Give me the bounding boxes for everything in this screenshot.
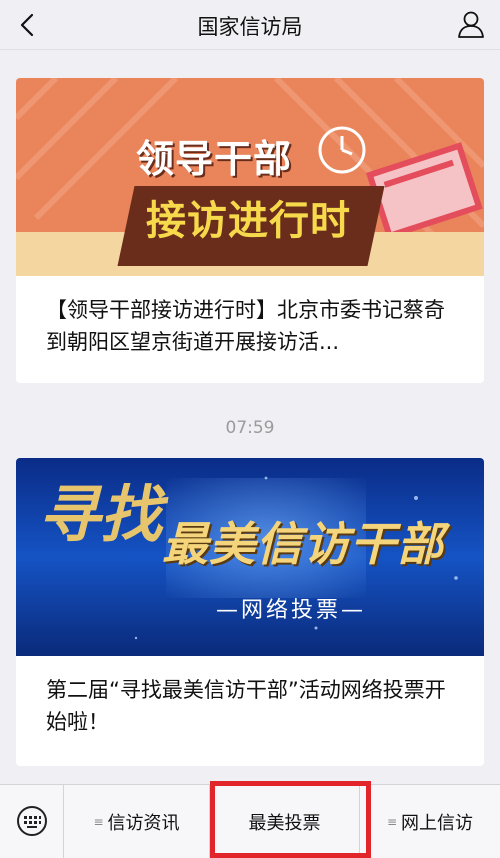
- top-nav-bar: 国家信访局: [0, 0, 500, 50]
- banner-calligraphy: 寻找: [38, 478, 163, 551]
- article-banner-image: 寻找 最美信访干部 —网络投票—: [16, 458, 484, 656]
- banner-headline-line1: 领导干部: [136, 136, 293, 181]
- banner-headline: 最美信访干部: [162, 517, 444, 571]
- banner-subtitle: —网络投票—: [216, 598, 367, 623]
- page-title: 国家信访局: [197, 15, 303, 39]
- menu-item-xinfang-news[interactable]: ≡ 信访资讯: [64, 785, 210, 858]
- submenu-icon: ≡: [386, 815, 398, 829]
- keyboard-toggle-button[interactable]: [0, 785, 64, 858]
- message-timestamp: 07:59: [225, 418, 275, 438]
- article-title[interactable]: 第二届“寻找最美信访干部”活动网络投票开始啦！: [16, 656, 484, 738]
- article-banner-image: 领导干部 接访进行时: [16, 78, 484, 276]
- highlight-box: [210, 781, 371, 858]
- keyboard-icon: [17, 806, 47, 836]
- user-icon[interactable]: [456, 9, 486, 39]
- article-card[interactable]: 寻找 最美信访干部 —网络投票— 第二届“寻找最美信访干部”活动网络投票开始啦！: [16, 458, 484, 766]
- article-title[interactable]: 【领导干部接访进行时】北京市委书记蔡奇到朝阳区望京街道开展接访活...: [16, 276, 484, 358]
- article-card[interactable]: 领导干部 接访进行时 【领导干部接访进行时】北京市委书记蔡奇到朝阳区望京街道开展…: [16, 78, 484, 383]
- menu-item-label: 网上信访: [401, 813, 474, 834]
- banner-headline-line2: 接访进行时: [146, 197, 351, 244]
- submenu-icon: ≡: [93, 815, 104, 829]
- menu-item-label: 信访资讯: [107, 813, 180, 834]
- menu-item-online-petition[interactable]: ≡ 网上信访: [360, 785, 500, 858]
